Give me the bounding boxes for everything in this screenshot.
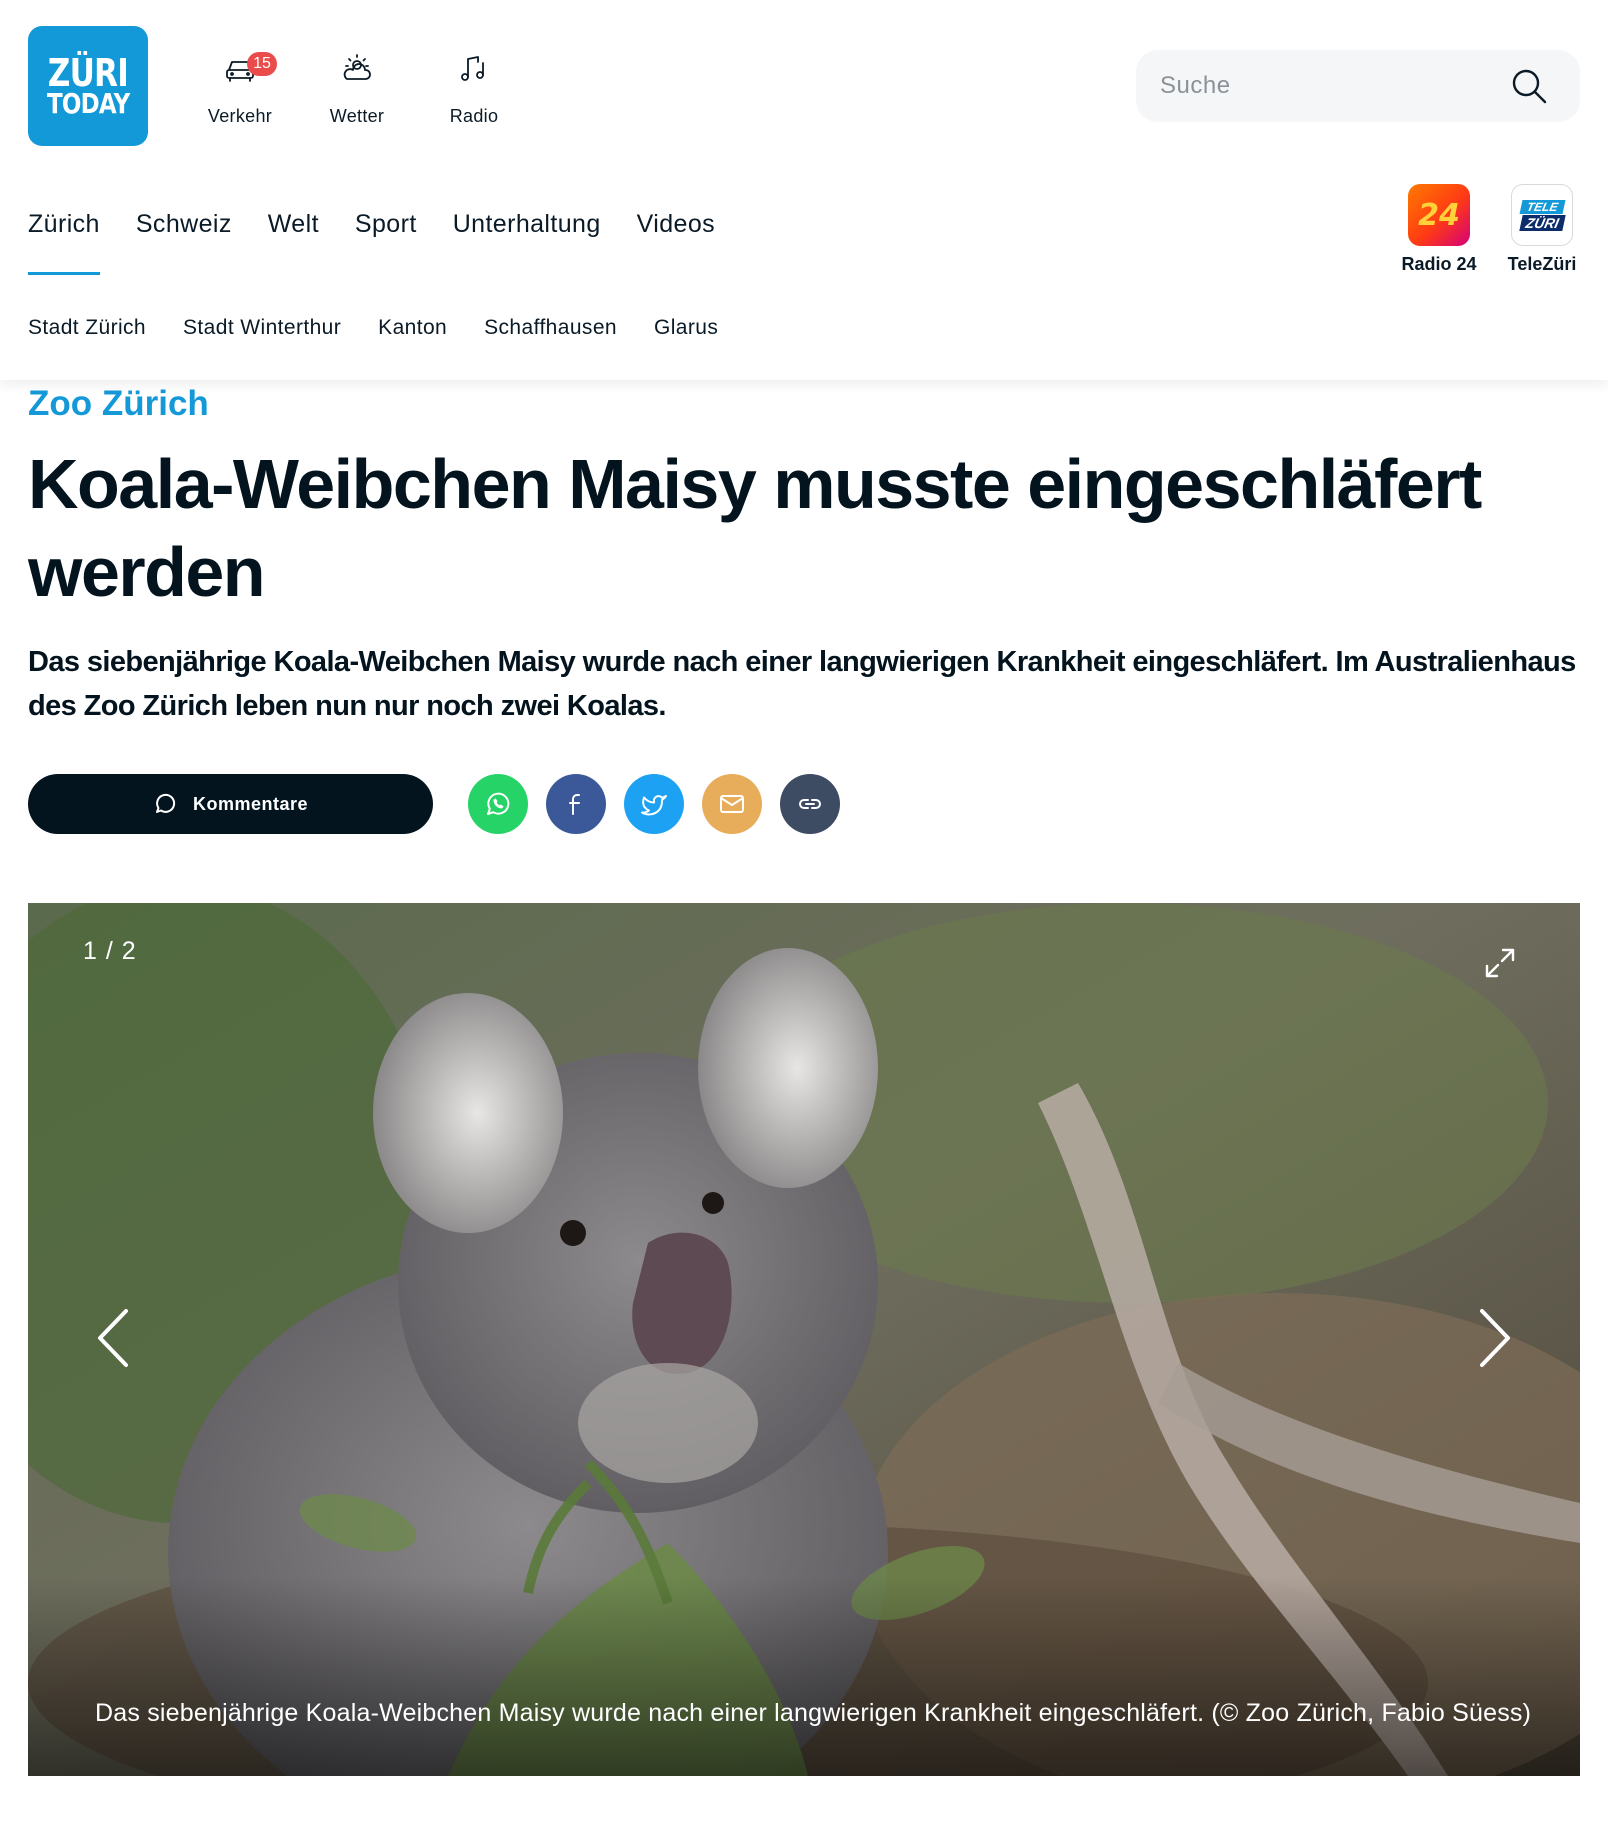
nav-item-sport[interactable]: Sport (355, 210, 417, 267)
expand-icon[interactable] (1482, 945, 1518, 981)
link-icon (799, 799, 821, 809)
quick-link-label: Radio (449, 106, 499, 126)
brand-link-radio24[interactable]: 24 Radio 24 (1384, 184, 1494, 275)
next-image-button[interactable] (1470, 1303, 1520, 1373)
main-navigation: Zürich Schweiz Welt Sport Unterhaltung V… (28, 210, 715, 275)
sub-nav-item-schaffhausen[interactable]: Schaffhausen (484, 316, 617, 340)
share-twitter-button[interactable] (624, 774, 684, 834)
music-note-icon (461, 56, 484, 81)
quick-link-radio[interactable]: Radio (419, 50, 529, 150)
search-bar (1136, 50, 1580, 122)
comments-label: Kommentare (192, 793, 309, 814)
brand-link-telezueri[interactable]: TELE ZÜRI TeleZüri (1500, 184, 1584, 275)
search-input[interactable] (1160, 72, 1500, 100)
gallery-counter: 1 / 2 (83, 937, 137, 965)
brand-label: Radio 24 (1401, 254, 1477, 274)
radio24-logo-text: 24 (1418, 197, 1460, 233)
quick-link-verkehr[interactable]: 15 Verkehr (185, 50, 295, 150)
quick-link-wetter[interactable]: Wetter (302, 50, 412, 150)
sub-nav-item-stadt-winterthur[interactable]: Stadt Winterthur (183, 316, 341, 340)
share-link-button[interactable] (780, 774, 840, 834)
telezueri-logo: TELE ZÜRI (1511, 184, 1573, 246)
sub-navigation: Stadt Zürich Stadt Winterthur Kanton Sch… (28, 316, 718, 340)
chevron-right-icon (1480, 1309, 1510, 1367)
sub-nav-item-stadt-zuerich[interactable]: Stadt Zürich (28, 316, 146, 340)
caption-overlay (28, 1576, 1580, 1776)
nav-item-zuerich[interactable]: Zürich (28, 210, 100, 275)
brand-label: TeleZüri (1507, 254, 1577, 274)
telezueri-logo-text-2: ZÜRI (1518, 214, 1566, 231)
facebook-icon (569, 794, 580, 815)
whatsapp-icon (487, 792, 510, 815)
zueri-today-logo[interactable]: ZÜRI TODAY (28, 26, 148, 146)
share-mail-button[interactable] (702, 774, 762, 834)
radio24-logo: 24 (1408, 184, 1470, 246)
sub-nav-item-glarus[interactable]: Glarus (654, 316, 718, 340)
quick-link-label: Verkehr (207, 106, 273, 126)
article-kicker[interactable]: Zoo Zürich (28, 384, 209, 424)
traffic-count-badge: 15 (247, 52, 277, 76)
share-whatsapp-button[interactable] (468, 774, 528, 834)
telezueri-logo-text-1: TELE (1519, 199, 1565, 214)
logo-line-2: TODAY (46, 86, 130, 120)
nav-item-unterhaltung[interactable]: Unterhaltung (453, 210, 601, 267)
sub-nav-item-kanton[interactable]: Kanton (378, 316, 447, 340)
image-gallery: 1 / 2 Das siebenjährige Koala-Weibchen M… (28, 903, 1580, 1776)
quick-link-label: Wetter (329, 106, 385, 126)
article-lead: Das siebenjährige Koala-Weibchen Maisy w… (28, 646, 1576, 722)
nav-item-videos[interactable]: Videos (637, 210, 715, 267)
article-title: Koala-Weibchen Maisy musste eingeschlä­f… (28, 445, 1482, 611)
previous-image-button[interactable] (88, 1303, 138, 1373)
chevron-left-icon (98, 1309, 128, 1367)
gallery-caption: Das siebenjährige Koala-Weibchen Maisy w… (95, 1699, 1532, 1727)
speech-bubble-icon (155, 793, 176, 813)
nav-item-welt[interactable]: Welt (268, 210, 319, 267)
site-header: ZÜRI TODAY 15 Verkehr Wetter Radio Suche… (0, 0, 1608, 380)
logo-line-1: ZÜRI (47, 50, 129, 95)
share-facebook-button[interactable] (546, 774, 606, 834)
nav-item-schweiz[interactable]: Schweiz (136, 210, 232, 267)
comments-button[interactable]: Kommentare (28, 774, 433, 834)
cloud-sun-icon (343, 54, 371, 80)
search-icon[interactable] (1510, 67, 1548, 105)
mail-icon (720, 795, 744, 813)
twitter-icon (641, 795, 667, 816)
